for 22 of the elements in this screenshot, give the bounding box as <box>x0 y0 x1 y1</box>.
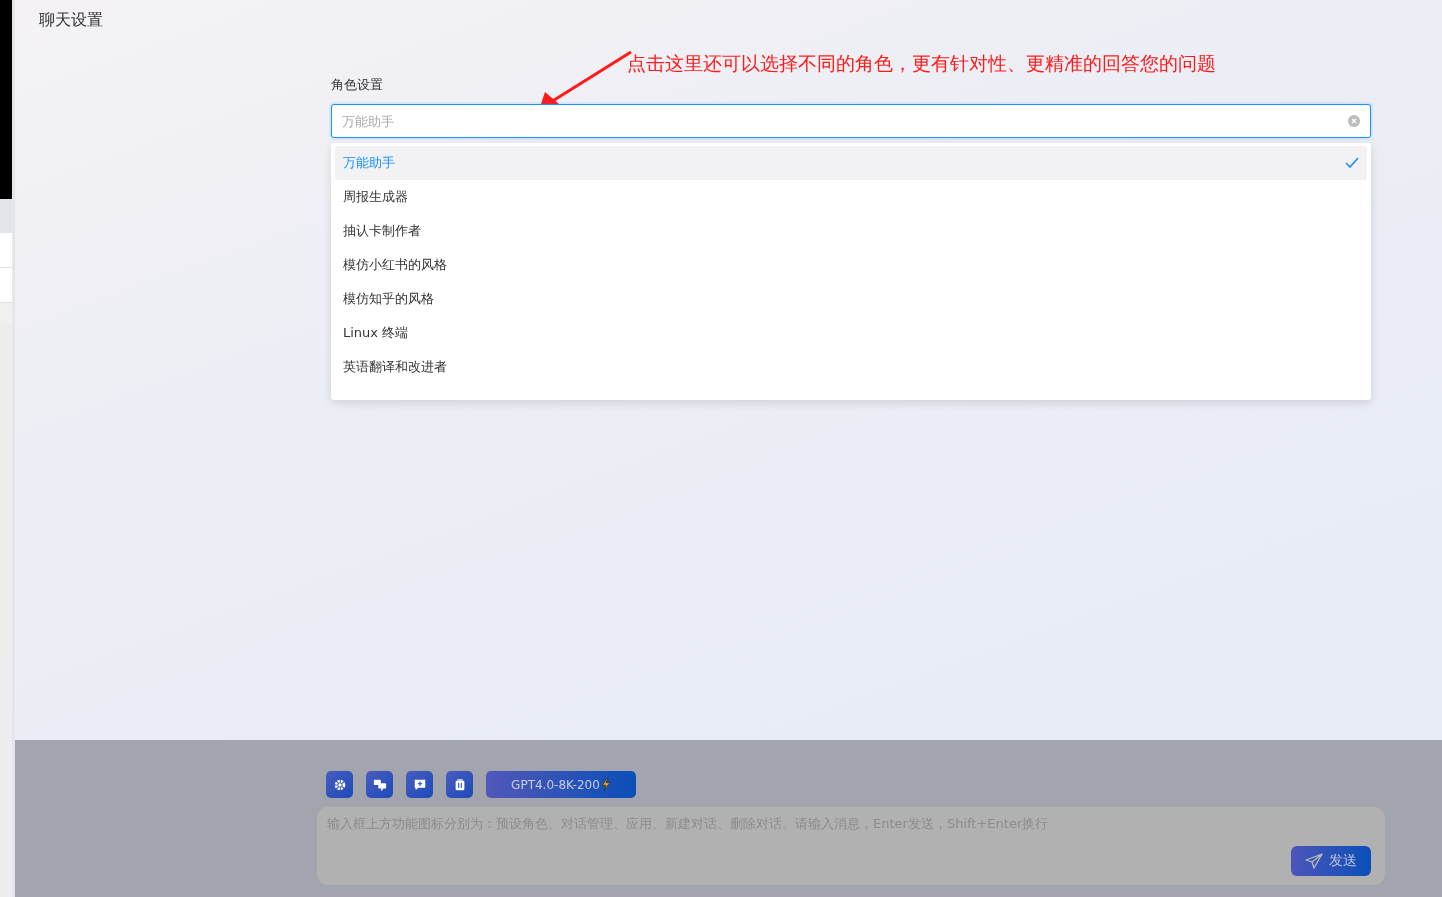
annotation-text: 点击这里还可以选择不同的角色，更有针对性、更精准的回答您的问题 <box>627 51 1216 76</box>
chat-bubbles-icon <box>372 777 387 792</box>
dropdown-option[interactable]: 英语翻译和改进者 <box>335 350 1367 384</box>
dropdown-option[interactable]: 抽认卡制作者 <box>335 214 1367 248</box>
gear-icon <box>332 777 347 792</box>
dropdown-option[interactable]: 模仿小红书的风格 <box>335 248 1367 282</box>
dropdown-option[interactable]: 周报生成器 <box>335 180 1367 214</box>
role-select[interactable]: 万能助手 <box>331 104 1371 138</box>
dropdown-option[interactable]: Linux 终端 <box>335 316 1367 350</box>
paper-plane-icon <box>1305 853 1323 869</box>
toolbar-button[interactable] <box>326 771 353 798</box>
lightning-icon <box>600 778 611 791</box>
toolbar-button[interactable] <box>406 771 433 798</box>
check-icon <box>1345 157 1359 169</box>
page-title: 聊天设置 <box>39 9 104 31</box>
message-plus-icon <box>412 777 427 792</box>
model-button[interactable]: GPT4.0-8K-200 <box>486 771 636 798</box>
field-label: 角色设置 <box>331 76 384 94</box>
dropdown-option[interactable]: 模仿知乎的风格 <box>335 282 1367 316</box>
toolbar-button[interactable] <box>446 771 473 798</box>
send-button[interactable]: 发送 <box>1291 846 1371 876</box>
toolbar-button[interactable] <box>366 771 393 798</box>
